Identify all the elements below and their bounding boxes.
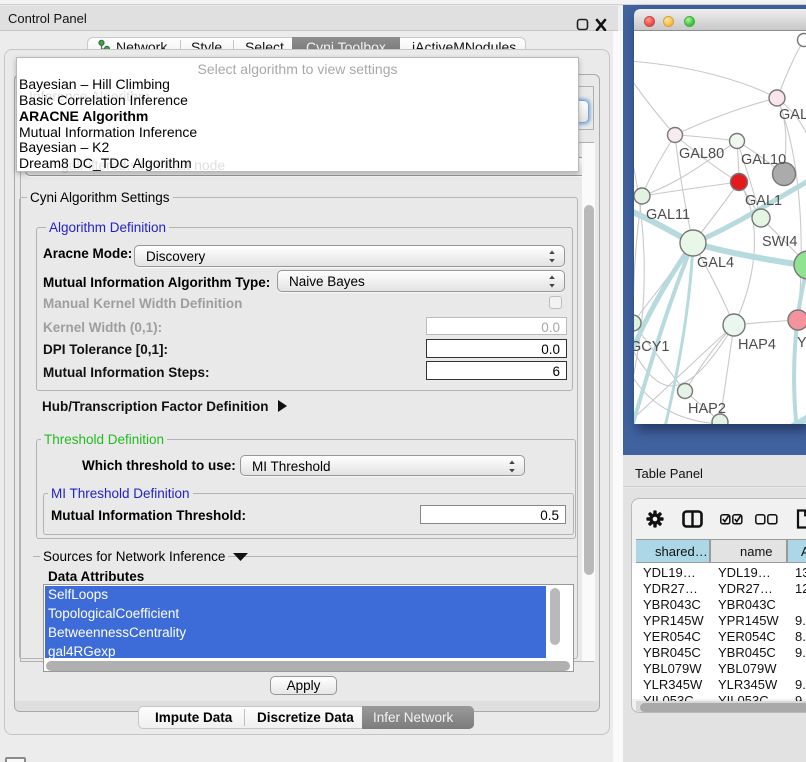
- svg-text:HAP2: HAP2: [688, 401, 726, 417]
- svg-text:HAP4: HAP4: [738, 337, 776, 353]
- svg-text:SWI4: SWI4: [762, 234, 797, 250]
- svg-text:GAL2: GAL2: [779, 107, 806, 123]
- svg-text:Y: Y: [797, 335, 806, 351]
- svg-text:GAL10: GAL10: [741, 152, 786, 168]
- svg-text:GAL1: GAL1: [745, 193, 782, 209]
- svg-text:GCY1: GCY1: [634, 339, 670, 355]
- svg-text:GAL4: GAL4: [697, 255, 734, 271]
- svg-text:GAL11: GAL11: [646, 207, 690, 223]
- svg-text:GAL80: GAL80: [679, 146, 724, 162]
